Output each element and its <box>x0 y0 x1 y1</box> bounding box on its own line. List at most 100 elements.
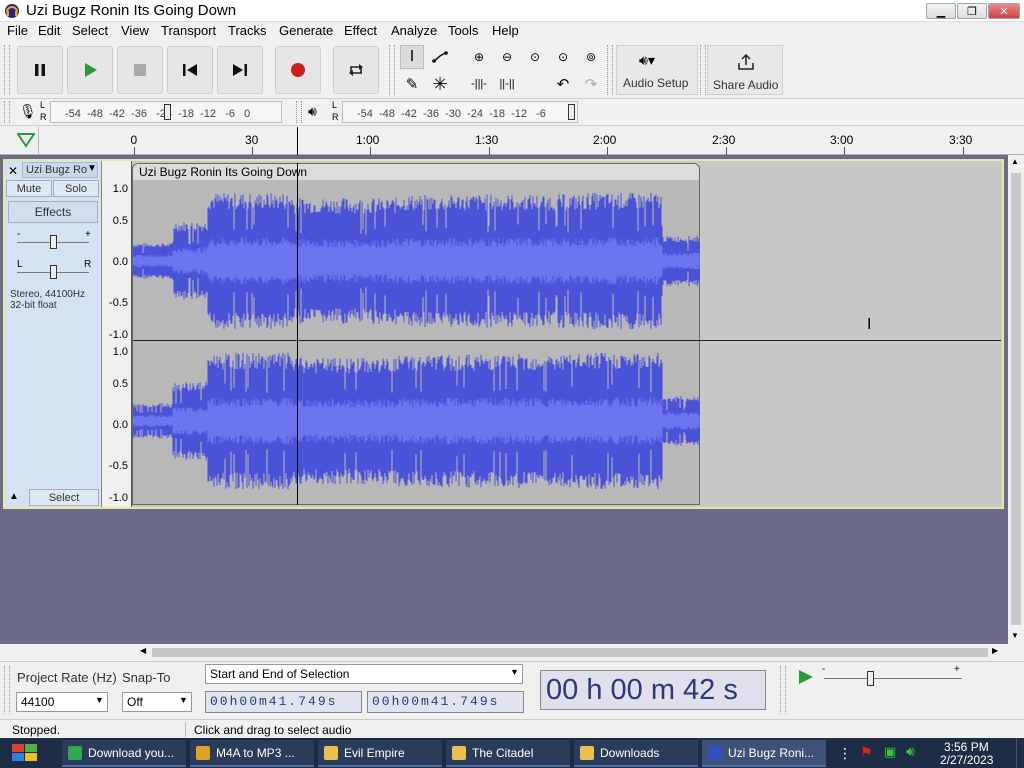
toolbar-grip[interactable] <box>4 101 10 123</box>
menu-view[interactable]: View <box>121 23 149 38</box>
network-icon[interactable]: ▣ <box>884 744 896 760</box>
clip-title-bar[interactable]: Uzi Bugz Ronin Its Going Down <box>133 164 699 180</box>
amplitude-scale[interactable]: 1.0 0.5 0.0 -0.5 -1.0 1.0 0.5 0.0 -0.5 -1.0 <box>102 161 132 507</box>
play-speed-slider[interactable] <box>824 678 962 679</box>
skip-to-start-button[interactable] <box>167 46 213 94</box>
menu-transport[interactable]: Transport <box>161 23 216 38</box>
audio-track[interactable]: ✕ Uzi Bugz Ro ▼ Mute Solo Effects - + L … <box>3 159 1004 509</box>
scroll-down-icon[interactable]: ▼ <box>1011 631 1019 640</box>
share-audio-button[interactable]: Share Audio <box>707 45 783 95</box>
playback-meter[interactable]: -54 -48 -42 -36 -30 -24 -18 -12 -6 <box>342 101 578 123</box>
timeline-ruler[interactable]: 0 30 1:00 1:30 2:00 2:30 3:00 3:30 <box>0 127 1024 155</box>
vertical-scrollbar[interactable]: ▲ ▼ <box>1008 155 1024 644</box>
zoom-in-button[interactable]: ⊕ <box>467 45 491 69</box>
taskbar-item[interactable]: The Citadel <box>446 740 570 767</box>
toolbar-grip[interactable] <box>4 45 10 95</box>
clock-date[interactable]: 2/27/2023 <box>940 753 993 767</box>
stop-button[interactable] <box>117 46 163 94</box>
selection-start-time[interactable]: 00h00m41.749s <box>205 691 362 713</box>
project-rate-select[interactable]: 44100 ▼ <box>16 692 108 712</box>
toolbar-grip[interactable] <box>296 101 302 123</box>
playback-level-thumb[interactable] <box>568 104 575 120</box>
scroll-up-icon[interactable]: ▲ <box>1011 157 1019 166</box>
pan-r-label: R <box>84 259 92 270</box>
toolbar-grip[interactable] <box>4 666 10 714</box>
menu-edit[interactable]: Edit <box>38 23 60 38</box>
menu-help[interactable]: Help <box>492 23 519 38</box>
track-menu-button[interactable]: Uzi Bugz Ro ▼ <box>22 162 98 178</box>
playhead-marker[interactable] <box>297 127 298 155</box>
fit-selection-button[interactable]: ⊙ <box>523 45 547 69</box>
taskbar-item[interactable]: Downloads <box>574 740 698 767</box>
taskbar-item[interactable]: Uzi Bugz Roni... <box>702 740 826 767</box>
speaker-icon[interactable]: 🔊︎ <box>308 103 317 120</box>
redo-button[interactable]: ↷ <box>579 72 603 96</box>
effects-button[interactable]: Effects <box>8 201 98 223</box>
collapse-icon[interactable]: ▲ <box>9 491 19 502</box>
toolbar-grip[interactable] <box>389 45 395 95</box>
skip-to-end-button[interactable] <box>217 46 263 94</box>
zoom-toggle-button[interactable]: ⊚ <box>579 45 603 69</box>
envelope-tool-button[interactable] <box>428 45 452 69</box>
selection-end-time[interactable]: 00h00m41.749s <box>367 691 524 713</box>
menu-effect[interactable]: Effect <box>344 23 377 38</box>
solo-button[interactable]: Solo <box>53 180 99 197</box>
menu-generate[interactable]: Generate <box>279 23 333 38</box>
scroll-right-icon[interactable]: ▶ <box>992 646 998 655</box>
menu-analyze[interactable]: Analyze <box>391 23 437 38</box>
pan-slider-thumb[interactable] <box>50 265 57 279</box>
play-button[interactable] <box>67 46 113 94</box>
horizontal-scrollbar[interactable]: ◀ ▶ <box>0 644 1008 661</box>
menu-file[interactable]: File <box>7 23 28 38</box>
overflow-icon[interactable]: ⋮ <box>838 745 852 762</box>
draw-tool-button[interactable]: ✎ <box>400 72 424 96</box>
snap-to-select[interactable]: Off ▼ <box>122 692 192 712</box>
scale-label: -0.5 <box>109 297 128 309</box>
zoom-out-button[interactable]: ⊖ <box>495 45 519 69</box>
menu-tools[interactable]: Tools <box>448 23 478 38</box>
microphone-icon[interactable]: 🎙︎ <box>19 103 37 120</box>
track-panel[interactable]: ✕ Uzi Bugz Ro ▼ Mute Solo Effects - + L … <box>0 155 1008 644</box>
gain-slider-thumb[interactable] <box>50 235 57 249</box>
windows-start-icon[interactable] <box>8 742 42 764</box>
flag-icon[interactable]: ⚑ <box>860 744 873 761</box>
audio-setup-button[interactable]: 🔊︎▾ Audio Setup <box>616 45 698 95</box>
loop-button[interactable] <box>333 46 379 94</box>
toolbar-grip[interactable] <box>607 45 613 95</box>
record-level-thumb[interactable] <box>164 104 171 120</box>
multi-tool-button[interactable]: ✳ <box>428 72 452 96</box>
menu-tracks[interactable]: Tracks <box>228 23 267 38</box>
pin-play-head-icon[interactable] <box>17 132 35 148</box>
scroll-left-icon[interactable]: ◀ <box>140 646 146 655</box>
minimize-button[interactable]: ▁ <box>926 3 956 19</box>
audio-position-display[interactable]: 00 h 00 m 42 s <box>540 670 766 710</box>
taskbar-item[interactable]: M4A to MP3 ... <box>190 740 314 767</box>
volume-icon[interactable]: 🔊︎ <box>906 743 915 760</box>
taskbar-item[interactable]: Evil Empire <box>318 740 442 767</box>
clock-time[interactable]: 3:56 PM <box>944 740 989 754</box>
toolbar-grip[interactable] <box>780 666 786 714</box>
track-close-icon[interactable]: ✕ <box>8 164 18 178</box>
selection-mode-select[interactable]: Start and End of Selection ▼ <box>205 664 523 684</box>
play-speed-thumb[interactable] <box>867 671 874 686</box>
select-track-button[interactable]: Select <box>29 489 99 506</box>
menu-select[interactable]: Select <box>72 23 108 38</box>
mute-button[interactable]: Mute <box>6 180 52 197</box>
toolbar-grip[interactable] <box>700 45 706 95</box>
horizontal-scroll-thumb[interactable] <box>152 648 988 657</box>
play-at-speed-icon[interactable] <box>796 668 816 686</box>
maximize-button[interactable]: ❐ <box>957 3 987 19</box>
trim-audio-button[interactable]: -|||- <box>467 72 491 96</box>
taskbar-item[interactable]: Download you... <box>62 740 186 767</box>
undo-button[interactable]: ↶ <box>551 72 575 96</box>
record-meter[interactable]: -54 -48 -42 -36 -24 -18 -12 -6 0 <box>50 101 282 123</box>
vertical-scroll-thumb[interactable] <box>1011 173 1021 625</box>
record-button[interactable] <box>275 46 321 94</box>
waveform[interactable] <box>133 179 700 505</box>
show-desktop-button[interactable] <box>1016 738 1024 768</box>
close-button[interactable]: ✕ <box>988 3 1020 19</box>
silence-audio-button[interactable]: ||-|| <box>495 72 519 96</box>
pause-button[interactable] <box>17 46 63 94</box>
selection-tool-button[interactable]: I <box>400 45 424 69</box>
fit-project-button[interactable]: ⊙ <box>551 45 575 69</box>
